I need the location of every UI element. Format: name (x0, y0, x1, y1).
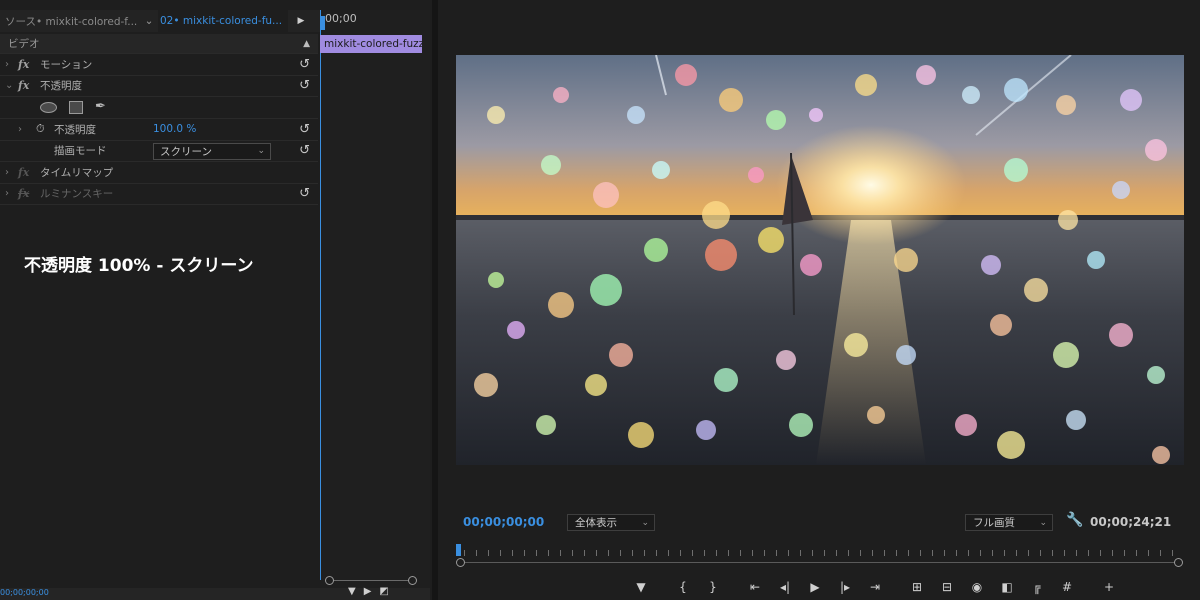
expand-caret-icon[interactable]: › (18, 124, 22, 135)
go-to-out-icon[interactable]: ⇥ (860, 580, 890, 594)
monitor-timeline-ruler[interactable] (456, 544, 1186, 574)
zoom-knob-left[interactable] (456, 558, 465, 567)
tab-source[interactable]: ソース• mixkit-colored-f... (0, 10, 140, 32)
transport-controls: ▼ { } ⇤ ◂| ▶ |▸ ⇥ ⊞ ⊟ ◉ ◧ ╔ # + (626, 578, 1186, 596)
stopwatch-icon[interactable]: ⏱ (36, 122, 45, 136)
app-root: ソース• mixkit-colored-f... ⌄ 02• mixkit-co… (0, 0, 1200, 600)
video-frame[interactable] (456, 55, 1184, 465)
quality-select-value: フル画質 (973, 517, 1015, 529)
effect-row-luma-key[interactable]: › fx ルミナンスキー ↺ (0, 184, 318, 205)
mark-out-icon[interactable]: } (698, 580, 728, 594)
mini-timecode: 00;00 (325, 12, 357, 25)
panel-bottom-strip: 00;00;00;00 ▼▶◩ (0, 586, 430, 600)
expand-caret-icon[interactable]: › (5, 188, 9, 199)
scroll-track (329, 580, 415, 581)
add-button-icon[interactable]: + (1094, 580, 1124, 594)
play-icon[interactable]: ▶ (288, 10, 314, 32)
bottom-timecode: 00;00;00;00 (0, 588, 49, 597)
quality-select[interactable]: フル画質 ⌄ (965, 514, 1053, 531)
effect-label-luma-key: ルミナンスキー (40, 188, 114, 201)
blend-mode-value: スクリーン (160, 145, 212, 158)
safe-margins-icon[interactable]: # (1052, 580, 1082, 594)
step-back-icon[interactable]: ◂| (770, 580, 800, 594)
effect-label-time-remap: タイムリマップ (40, 166, 114, 179)
reset-icon[interactable]: ↺ (299, 122, 310, 137)
zoom-track (464, 562, 1182, 563)
param-label-blend-mode: 描画モード (54, 145, 107, 158)
reset-icon[interactable]: ↺ (299, 57, 310, 72)
expand-caret-icon[interactable]: › (5, 167, 9, 178)
insert-icon[interactable]: ⊞ (902, 580, 932, 594)
scroll-knob-left[interactable] (325, 576, 334, 585)
fx-disabled-icon[interactable]: fx (18, 187, 29, 200)
tab-sequence[interactable]: 02• mixkit-colored-fu... (158, 10, 288, 32)
section-video[interactable]: ビデオ ▲ (0, 34, 318, 54)
overwrite-icon[interactable]: ⊟ (932, 580, 962, 594)
effect-rows: ビデオ ▲ › fx モーション ↺ ⌄ fx 不透明度 ↺ ✒ › ⏱ 不透明… (0, 34, 318, 205)
mini-zoom-scrollbar[interactable] (325, 576, 417, 585)
duration-timecode: 00;00;24;21 (1090, 515, 1172, 529)
zoom-knob-right[interactable] (1174, 558, 1183, 567)
pen-mask-icon[interactable]: ✒ (95, 99, 106, 114)
param-row-blend-mode: 描画モード スクリーン ⌄ ↺ (0, 141, 318, 162)
mini-playhead-handle[interactable] (320, 16, 325, 30)
clip-chip[interactable]: mixkit-colored-fuzz (320, 35, 422, 53)
playhead-handle[interactable] (456, 544, 461, 556)
go-to-in-icon[interactable]: ⇤ (740, 580, 770, 594)
play-icon[interactable]: ▶ (800, 580, 830, 594)
chevron-down-icon: ⌄ (641, 517, 649, 528)
panel-tabs: ソース• mixkit-colored-f... ⌄ 02• mixkit-co… (0, 10, 320, 32)
blend-mode-select[interactable]: スクリーン ⌄ (153, 142, 271, 160)
effect-mini-timeline[interactable]: 00;00 mixkit-colored-fuzz (320, 10, 430, 590)
collapse-up-icon[interactable]: ▲ (303, 39, 310, 49)
scroll-knob-right[interactable] (408, 576, 417, 585)
effect-label-opacity: 不透明度 (40, 80, 82, 93)
chevron-down-icon[interactable]: ⌄ (140, 10, 158, 32)
ruler-ticks (464, 550, 1182, 556)
comparison-icon[interactable]: ◧ (992, 580, 1022, 594)
mark-in-icon[interactable]: { (668, 580, 698, 594)
export-frame-icon[interactable]: ◉ (962, 580, 992, 594)
program-monitor: 00;00;00;00 全体表示 ⌄ フル画質 ⌄ 🔧 00;00;24;21 … (438, 0, 1200, 600)
trim-icon[interactable]: ╔ (1022, 580, 1052, 594)
overlay-caption: 不透明度 100% - スクリーン (24, 256, 254, 276)
chevron-down-icon: ⌄ (1039, 517, 1047, 528)
reset-icon[interactable]: ↺ (299, 78, 310, 93)
wrench-icon[interactable]: 🔧 (1066, 512, 1083, 528)
opacity-value[interactable]: 100.0 % (153, 123, 196, 135)
fx-icon[interactable]: fx (18, 79, 29, 92)
collapse-caret-icon[interactable]: ⌄ (5, 80, 13, 91)
param-label-opacity: 不透明度 (54, 123, 96, 136)
effect-row-opacity[interactable]: ⌄ fx 不透明度 ↺ (0, 76, 318, 97)
fx-icon[interactable]: fx (18, 166, 29, 179)
param-row-opacity: › ⏱ 不透明度 100.0 % ↺ (0, 119, 318, 141)
ellipse-mask-icon[interactable] (40, 102, 57, 113)
reset-icon[interactable]: ↺ (299, 143, 310, 158)
marker-icon[interactable]: ▼ (626, 580, 656, 594)
rectangle-mask-icon[interactable] (69, 101, 83, 114)
fit-select-value: 全体表示 (575, 517, 617, 529)
video-image (456, 55, 1184, 465)
mini-playhead-line[interactable] (320, 10, 321, 580)
chevron-down-icon: ⌄ (257, 146, 265, 156)
effect-controls-panel: ソース• mixkit-colored-f... ⌄ 02• mixkit-co… (0, 0, 430, 600)
fit-select[interactable]: 全体表示 ⌄ (567, 514, 655, 531)
effect-label-motion: モーション (40, 58, 93, 71)
filter-icon[interactable]: ▼▶◩ (348, 586, 397, 597)
effect-row-motion[interactable]: › fx モーション ↺ (0, 54, 318, 76)
step-forward-icon[interactable]: |▸ (830, 580, 860, 594)
effect-row-time-remap[interactable]: › fx タイムリマップ (0, 162, 318, 184)
mask-tools-row: ✒ (0, 97, 318, 119)
expand-caret-icon[interactable]: › (5, 59, 9, 70)
section-title: ビデオ (8, 38, 40, 50)
fx-icon[interactable]: fx (18, 58, 29, 71)
reset-icon[interactable]: ↺ (299, 186, 310, 201)
current-timecode[interactable]: 00;00;00;00 (463, 515, 544, 529)
